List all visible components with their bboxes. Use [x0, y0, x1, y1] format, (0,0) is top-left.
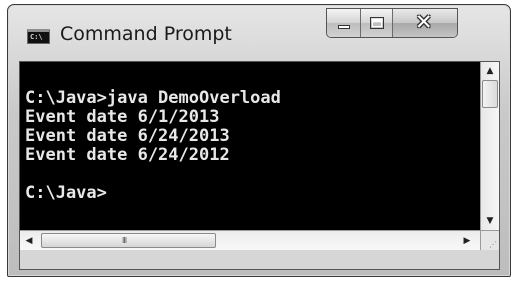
scroll-down-icon[interactable]: ▼ — [481, 212, 499, 230]
console-prompt-line: C:\Java> — [25, 183, 107, 203]
console-line: C:\Java>java DemoOverload — [25, 88, 281, 108]
maximize-button[interactable] — [361, 9, 393, 37]
minimize-icon — [338, 25, 350, 29]
vertical-scroll-thumb[interactable] — [482, 80, 498, 108]
window-bottom-frame — [20, 250, 499, 269]
minimize-button[interactable] — [327, 9, 361, 37]
title-bar[interactable]: C:\ Command Prompt ✕ — [8, 5, 510, 57]
close-button[interactable]: ✕ — [393, 9, 457, 37]
scroll-left-icon[interactable]: ◀ — [20, 232, 38, 250]
maximize-icon — [370, 17, 384, 29]
vertical-scrollbar[interactable]: ▲ ▼ — [480, 62, 499, 230]
window-controls: ✕ — [326, 8, 458, 38]
console-output[interactable]: C:\Java>java DemoOverload Event date 6/1… — [20, 62, 480, 230]
scroll-right-icon[interactable]: ▶ — [458, 232, 476, 250]
grip-icon: III — [122, 236, 127, 245]
command-prompt-window: C:\ Command Prompt ✕ C:\Java>java DemoOv… — [7, 4, 511, 277]
console-client-area: C:\Java>java DemoOverload Event date 6/1… — [19, 61, 500, 270]
console-line: Event date 6/24/2012 — [25, 145, 230, 165]
console-line: Event date 6/1/2013 — [25, 107, 220, 127]
horizontal-scroll-thumb[interactable]: III — [41, 233, 216, 248]
resize-corner[interactable]: ⋰ — [480, 230, 499, 250]
console-icon[interactable]: C:\ — [27, 29, 50, 44]
horizontal-scrollbar[interactable]: ◀ III ▶ — [20, 230, 480, 250]
scroll-up-icon[interactable]: ▲ — [481, 62, 499, 80]
console-line: Event date 6/24/2013 — [25, 126, 230, 146]
size-grip-icon: ⋰ — [489, 240, 497, 249]
window-title: Command Prompt — [60, 23, 232, 45]
icon-label: C:\ — [30, 33, 43, 41]
close-icon: ✕ — [415, 10, 433, 34]
